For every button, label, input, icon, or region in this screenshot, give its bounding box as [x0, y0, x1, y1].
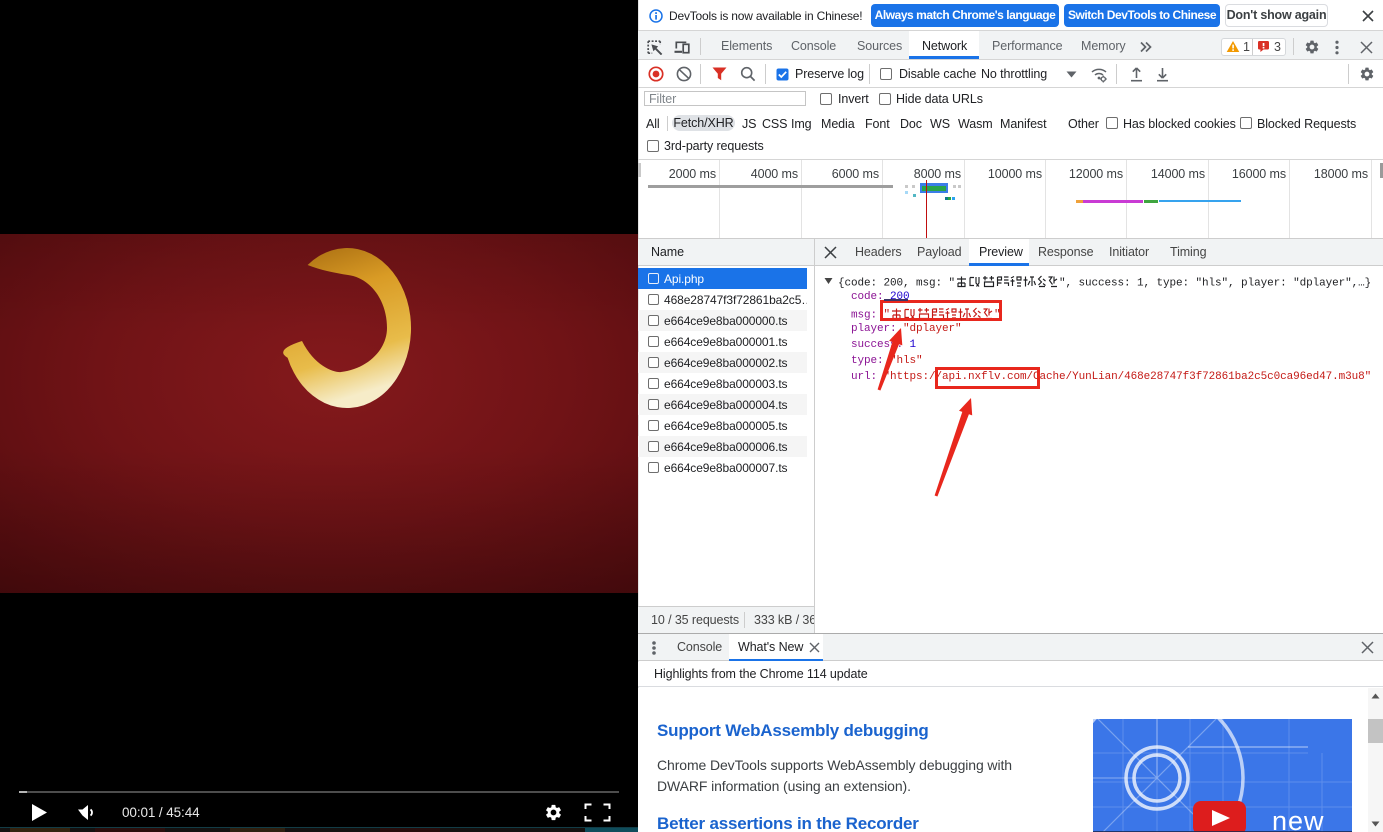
svg-text:new: new: [1272, 806, 1325, 832]
